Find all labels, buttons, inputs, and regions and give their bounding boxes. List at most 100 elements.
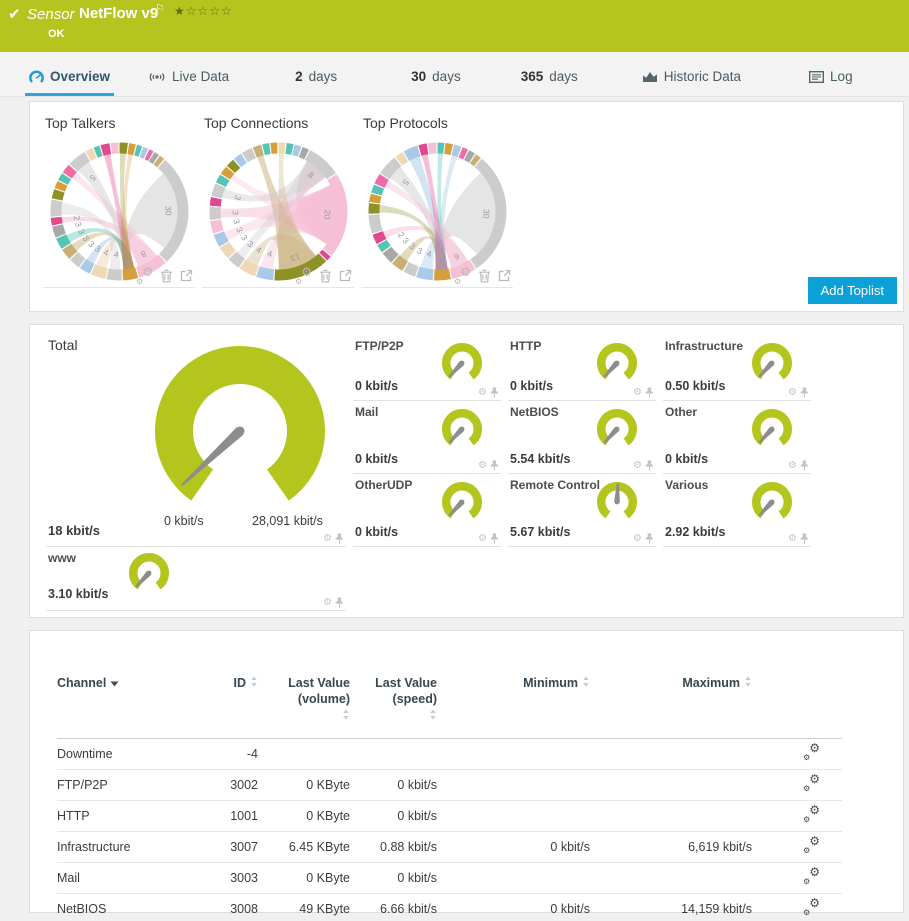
column-header-channel[interactable]: Channel bbox=[57, 631, 207, 738]
column-header-last-value-speed-[interactable]: Last Value (speed) bbox=[350, 631, 437, 738]
toplist-top-connections: Top Connections8201344333333⚙⚙ bbox=[202, 115, 354, 288]
add-toplist-button[interactable]: Add Toplist bbox=[808, 277, 897, 304]
gear-icon[interactable]: ⚙ bbox=[633, 533, 642, 544]
cell-channel: HTTP bbox=[57, 800, 207, 831]
status-badge: OK bbox=[48, 28, 65, 40]
sort-icon[interactable] bbox=[744, 675, 752, 691]
sort-icon[interactable] bbox=[342, 708, 350, 724]
gauge-value: 0 kbit/s bbox=[665, 452, 708, 466]
gauge-value: 0.50 kbit/s bbox=[665, 379, 725, 393]
gauge-www: www3.10 kbit/s⚙ bbox=[46, 547, 346, 611]
tab-label: days bbox=[549, 69, 578, 84]
channel-gauge bbox=[749, 481, 795, 524]
external-link-icon[interactable] bbox=[498, 269, 511, 282]
gears-icon[interactable]: ⚙⚙ bbox=[803, 869, 820, 883]
gears-icon[interactable]: ⚙⚙ bbox=[803, 838, 820, 852]
tab-30-days[interactable]: 30days bbox=[407, 69, 465, 96]
tab-historic-data[interactable]: Historic Data bbox=[638, 69, 745, 96]
pin-icon[interactable] bbox=[335, 533, 344, 544]
channel-gauge bbox=[594, 408, 640, 451]
gauge-settings[interactable]: ⚙ bbox=[788, 387, 809, 398]
sensor-status-bar: ✔ Sensor NetFlow v9 ⚐ ★☆☆☆☆ OK bbox=[0, 0, 909, 52]
cell-volume bbox=[258, 738, 350, 769]
gauge-settings[interactable]: ⚙ bbox=[633, 387, 654, 398]
sort-icon[interactable] bbox=[429, 708, 437, 724]
gear-icon[interactable]: ⚙ bbox=[633, 460, 642, 471]
gear-icon[interactable]: ⚙ bbox=[478, 387, 487, 398]
tab-live-data[interactable]: Live Data bbox=[144, 69, 233, 96]
channel-settings[interactable]: ⚙⚙ bbox=[752, 862, 842, 893]
gears-icon[interactable]: ⚙⚙ bbox=[454, 269, 471, 283]
sort-icon[interactable] bbox=[250, 675, 258, 691]
gauge-title: NetBIOS bbox=[510, 405, 559, 419]
cell-speed: 0 kbit/s bbox=[350, 769, 437, 800]
total-gauge-settings[interactable]: ⚙ bbox=[323, 533, 344, 544]
gears-icon[interactable]: ⚙⚙ bbox=[803, 807, 820, 821]
tab-2-days[interactable]: 2days bbox=[291, 69, 341, 96]
cell-volume: 0 KByte bbox=[258, 769, 350, 800]
gears-icon[interactable]: ⚙⚙ bbox=[803, 745, 820, 759]
gear-icon[interactable]: ⚙ bbox=[788, 533, 797, 544]
gauge-settings[interactable]: ⚙ bbox=[788, 533, 809, 544]
gauge-various: Various2.92 kbit/s⚙ bbox=[663, 474, 811, 547]
tab-overview[interactable]: Overview bbox=[25, 69, 114, 96]
channel-settings[interactable]: ⚙⚙ bbox=[752, 769, 842, 800]
gear-icon[interactable]: ⚙ bbox=[478, 460, 487, 471]
flag-icon[interactable]: ⚐ bbox=[155, 2, 165, 15]
gauge-settings[interactable]: ⚙ bbox=[478, 460, 499, 471]
cell-id: 3002 bbox=[207, 769, 258, 800]
channel-gauge bbox=[594, 481, 640, 524]
gear-icon[interactable]: ⚙ bbox=[788, 460, 797, 471]
channel-gauge bbox=[439, 408, 485, 451]
channel-settings[interactable]: ⚙⚙ bbox=[752, 738, 842, 769]
toplist-actions: ⚙⚙ bbox=[454, 268, 511, 283]
priority-stars[interactable]: ★☆☆☆☆ bbox=[174, 4, 233, 18]
trash-icon[interactable] bbox=[160, 269, 173, 283]
tab-bar: Overview Live Data 2days 30days 365days Histo… bbox=[0, 52, 909, 97]
gears-icon[interactable]: ⚙⚙ bbox=[803, 776, 820, 790]
table-row-mail: Mail30030 KByte0 kbit/s⚙⚙ bbox=[57, 862, 842, 893]
gauge-settings[interactable]: ⚙ bbox=[633, 533, 654, 544]
trash-icon[interactable] bbox=[478, 269, 491, 283]
column-label: Last Value (volume) bbox=[258, 675, 350, 708]
table-row-netbios: NetBIOS300849 KByte6.66 kbit/s0 kbit/s14… bbox=[57, 893, 842, 921]
tab-365-days[interactable]: 365days bbox=[517, 69, 582, 96]
gear-icon[interactable]: ⚙ bbox=[788, 387, 797, 398]
gauge-value: 3.10 kbit/s bbox=[48, 587, 108, 601]
external-link-icon[interactable] bbox=[339, 269, 352, 282]
gauge-settings[interactable]: ⚙ bbox=[478, 387, 499, 398]
column-header-id[interactable]: ID bbox=[207, 631, 258, 738]
gears-icon[interactable]: ⚙⚙ bbox=[136, 269, 153, 283]
trash-icon[interactable] bbox=[319, 269, 332, 283]
gauge-settings[interactable]: ⚙ bbox=[633, 460, 654, 471]
cell-volume: 6.45 KByte bbox=[258, 831, 350, 862]
live-icon bbox=[148, 70, 166, 84]
gear-icon[interactable]: ⚙ bbox=[478, 533, 487, 544]
gears-icon[interactable]: ⚙⚙ bbox=[803, 900, 820, 914]
toplist-title: Top Protocols bbox=[361, 115, 513, 137]
gauge-settings[interactable]: ⚙ bbox=[323, 597, 344, 608]
channel-settings[interactable]: ⚙⚙ bbox=[752, 831, 842, 862]
external-link-icon[interactable] bbox=[180, 269, 193, 282]
status-check-icon: ✔ bbox=[8, 5, 21, 23]
column-header-minimum[interactable]: Minimum bbox=[437, 631, 590, 738]
total-gauge-title: Total bbox=[48, 337, 78, 353]
tab-log[interactable]: Log bbox=[805, 69, 857, 96]
gauge-settings[interactable]: ⚙ bbox=[478, 533, 499, 544]
cell-id: 1001 bbox=[207, 800, 258, 831]
cell-channel: Downtime bbox=[57, 738, 207, 769]
channel-settings[interactable]: ⚙⚙ bbox=[752, 800, 842, 831]
sort-icon[interactable] bbox=[110, 675, 119, 691]
gear-icon[interactable]: ⚙ bbox=[633, 387, 642, 398]
gear-icon[interactable]: ⚙ bbox=[323, 533, 332, 544]
gauge-settings[interactable]: ⚙ bbox=[788, 460, 809, 471]
gear-icon[interactable]: ⚙ bbox=[323, 597, 332, 608]
sort-icon[interactable] bbox=[582, 675, 590, 691]
channel-settings[interactable]: ⚙⚙ bbox=[752, 893, 842, 921]
cell-min: 0 kbit/s bbox=[437, 831, 590, 862]
column-header-maximum[interactable]: Maximum bbox=[590, 631, 752, 738]
gears-icon[interactable]: ⚙⚙ bbox=[295, 269, 312, 283]
cell-max: 6,619 kbit/s bbox=[590, 831, 752, 862]
column-header-last-value-volume-[interactable]: Last Value (volume) bbox=[258, 631, 350, 738]
cell-min bbox=[437, 800, 590, 831]
